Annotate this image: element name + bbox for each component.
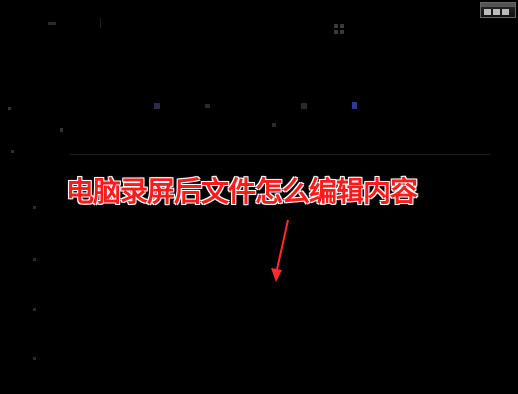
screen: 电脑录屏后文件怎么编辑内容 [0,0,518,394]
toolbar-mark [301,103,307,109]
window-tiles [481,7,515,17]
overlay-caption: 电脑录屏后文件怎么编辑内容 [66,175,418,208]
row-divider [70,154,490,155]
toolbar-mark [205,104,210,108]
window-icon[interactable] [480,2,516,18]
side-mark [33,258,36,261]
grid-icon [334,24,344,34]
side-mark [11,150,14,153]
side-mark [8,107,11,110]
top-mark [48,22,56,25]
toolbar-mark [352,102,357,109]
side-mark [33,357,36,360]
side-mark [33,308,36,311]
column-divider [100,18,101,28]
side-mark [33,206,36,209]
arrow-icon [271,219,289,282]
cursor-mark [60,128,63,132]
toolbar-mark [154,103,160,109]
cursor-mark [272,123,276,127]
